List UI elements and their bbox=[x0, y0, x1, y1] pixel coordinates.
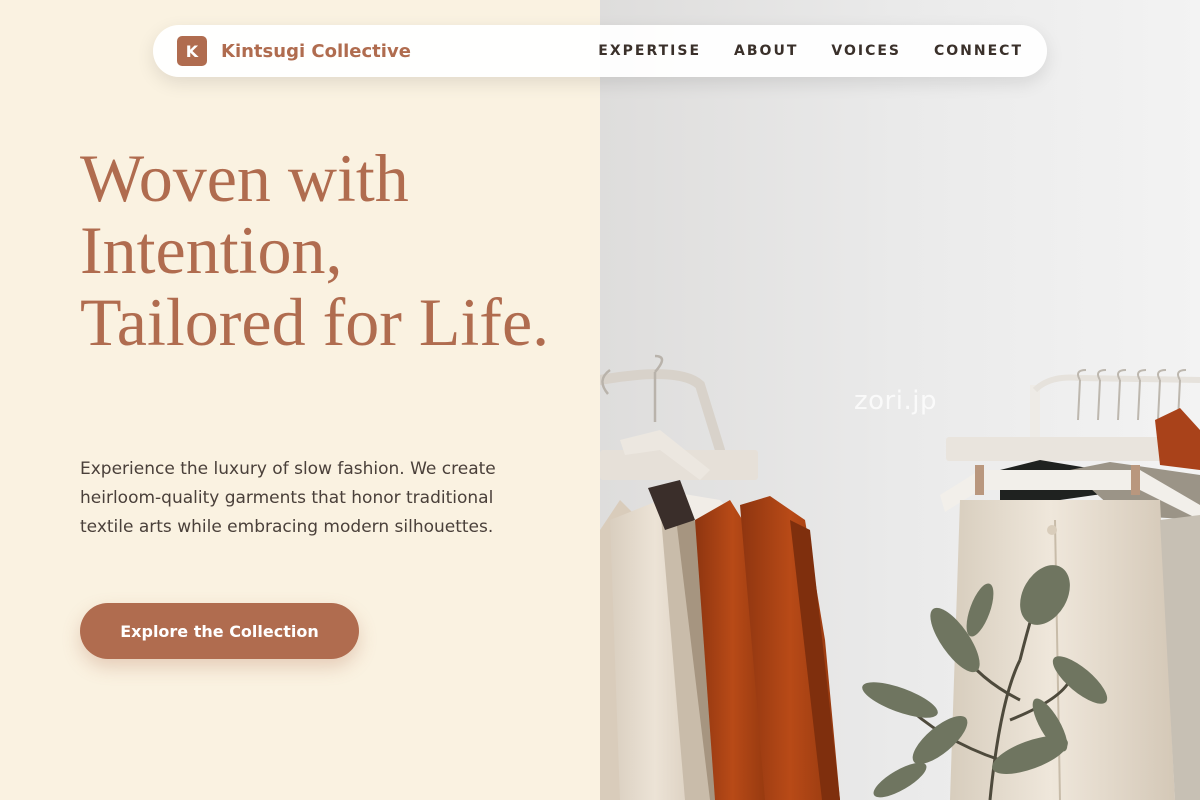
explore-collection-button[interactable]: Explore the Collection bbox=[80, 603, 359, 659]
hero-image: zori.jp bbox=[600, 0, 1200, 800]
watermark-text: zori.jp bbox=[854, 386, 937, 416]
nav-item-voices[interactable]: VOICES bbox=[831, 43, 901, 59]
hero-title: Woven with Intention, Tailored for Life. bbox=[80, 140, 550, 360]
brand-name[interactable]: Kintsugi Collective bbox=[221, 41, 411, 62]
hero-text-panel bbox=[0, 0, 600, 800]
nav-item-expertise[interactable]: EXPERTISE bbox=[598, 43, 701, 59]
nav-links: EXPERTISE ABOUT VOICES CONNECT bbox=[598, 43, 1023, 59]
hero-description: Experience the luxury of slow fashion. W… bbox=[80, 459, 496, 537]
top-navbar: K Kintsugi Collective EXPERTISE ABOUT VO… bbox=[153, 25, 1047, 77]
nav-item-connect[interactable]: CONNECT bbox=[934, 43, 1023, 59]
nav-item-about[interactable]: ABOUT bbox=[734, 43, 798, 59]
logo-icon[interactable]: K bbox=[177, 36, 207, 66]
